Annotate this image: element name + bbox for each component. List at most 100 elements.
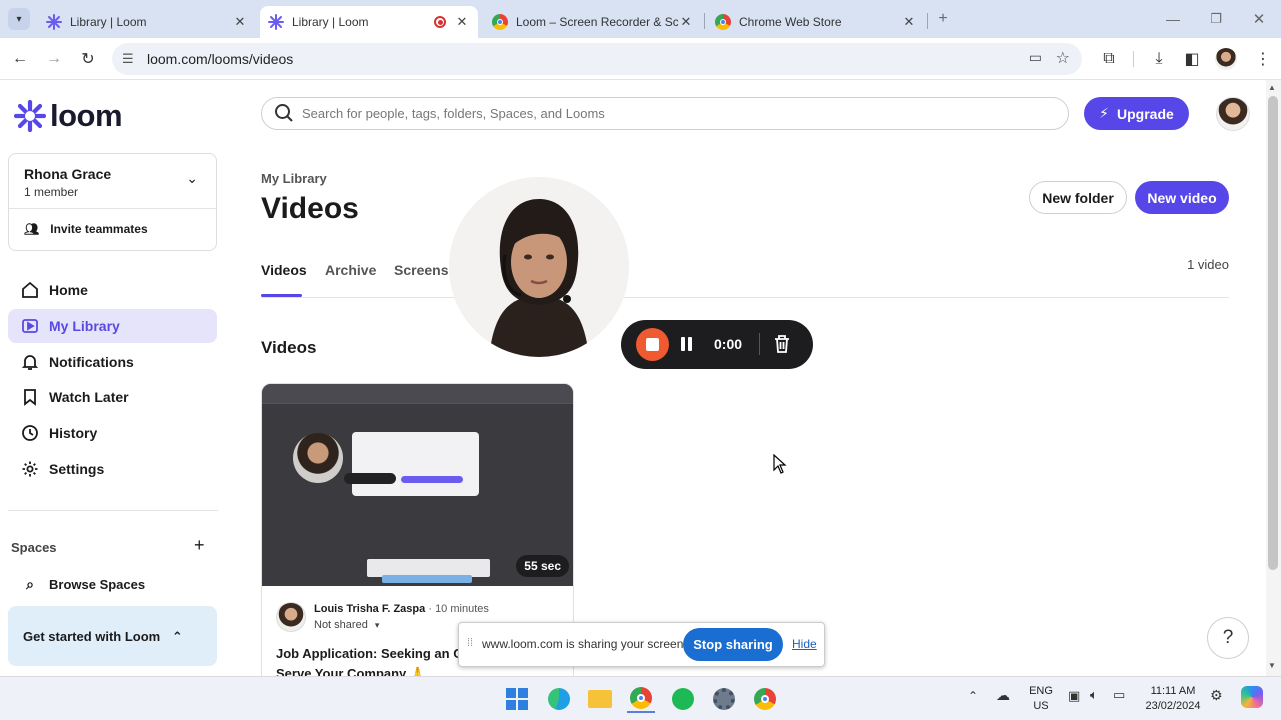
upgrade-label: Upgrade xyxy=(1117,105,1174,122)
recording-controls: 0:00 xyxy=(621,320,813,369)
new-folder-button[interactable]: New folder xyxy=(1029,181,1127,214)
onedrive-icon[interactable]: ☁︎ xyxy=(996,687,1010,704)
workspace-switcher[interactable]: Rhona Grace 1 member ⌄ 👥︎ Invite teammat… xyxy=(8,153,217,251)
chrome-store-favicon-icon xyxy=(715,14,731,30)
scroll-down-icon[interactable]: ▼ xyxy=(1268,661,1276,670)
sidebar-item-home[interactable]: Home xyxy=(8,273,217,307)
spotify-icon[interactable] xyxy=(669,685,697,713)
get-started-panel[interactable]: Get started with Loom ⌃ xyxy=(8,606,217,666)
sidebar-item-my-library[interactable]: My Library xyxy=(8,309,217,343)
reload-icon[interactable]: ↻ xyxy=(77,48,99,70)
edge-browser-icon[interactable] xyxy=(545,685,573,713)
file-explorer-icon[interactable] xyxy=(586,685,614,713)
delete-recording-button[interactable] xyxy=(773,334,793,354)
chevron-down-icon[interactable]: ⌄ xyxy=(186,170,198,187)
tab-close-icon[interactable]: ✕ xyxy=(454,14,470,30)
browser-tab[interactable]: Loom – Screen Recorder & Scre ✕ xyxy=(484,6,702,38)
spaces-heading: Spaces xyxy=(11,540,57,555)
add-space-icon[interactable]: + xyxy=(194,535,205,556)
pause-recording-button[interactable] xyxy=(681,335,695,353)
recording-indicator-icon xyxy=(434,16,446,28)
sharing-status[interactable]: Not shared ▾ xyxy=(314,619,379,631)
network-icon[interactable]: ▣ xyxy=(1068,688,1080,704)
page-scrollbar-thumb[interactable] xyxy=(1268,96,1278,570)
clock[interactable]: 11:11 AM 23/02/2024 xyxy=(1141,684,1205,714)
sidebar-item-notifications[interactable]: Notifications xyxy=(8,345,217,379)
restore-icon[interactable]: ❐ xyxy=(1205,8,1227,30)
bookmark-star-icon[interactable]: ☆ xyxy=(1056,48,1070,68)
browser-menu-icon[interactable]: ⋮ xyxy=(1252,48,1274,70)
breadcrumb[interactable]: My Library xyxy=(261,171,327,186)
divider xyxy=(261,297,1229,298)
search-input[interactable]: Search for people, tags, folders, Spaces… xyxy=(261,97,1069,130)
loom-logo[interactable]: loom xyxy=(14,98,123,134)
window-close-icon[interactable]: ✕ xyxy=(1248,8,1270,30)
chrome-icon[interactable] xyxy=(627,685,655,713)
tab-separator xyxy=(927,13,928,29)
tab-close-icon[interactable]: ✕ xyxy=(678,14,694,30)
tab-videos[interactable]: Videos xyxy=(261,262,307,278)
gear-icon xyxy=(20,459,40,479)
user-avatar[interactable] xyxy=(1216,97,1250,131)
browser-tab-active[interactable]: Library | Loom ✕ xyxy=(260,6,478,38)
tab-title: Loom – Screen Recorder & Scre xyxy=(516,15,678,29)
invite-teammates-button[interactable]: 👥︎ Invite teammates xyxy=(24,222,148,236)
chrome-profile-icon[interactable] xyxy=(751,685,779,713)
sidebar-item-settings[interactable]: Settings xyxy=(8,452,217,486)
address-bar[interactable]: ☰ loom.com/looms/videos ▭ ☆ xyxy=(112,43,1082,75)
volume-icon[interactable]: 🔈︎ xyxy=(1090,687,1098,703)
cast-icon[interactable]: ▭ xyxy=(1029,49,1042,66)
battery-icon[interactable]: ▭ xyxy=(1113,687,1125,703)
tab-archive[interactable]: Archive xyxy=(325,262,376,278)
settings-app-icon[interactable] xyxy=(710,685,738,713)
new-tab-icon[interactable]: + xyxy=(932,8,954,30)
search-icon xyxy=(274,102,294,127)
profile-avatar[interactable] xyxy=(1215,48,1237,70)
drag-handle-icon[interactable]: ⁞⁞ xyxy=(467,637,473,649)
forward-icon[interactable]: → xyxy=(43,48,65,70)
tab-close-icon[interactable]: ✕ xyxy=(232,14,248,30)
stop-sharing-button[interactable]: Stop sharing xyxy=(683,628,783,661)
browse-spaces-link[interactable]: ⌕ Browse Spaces xyxy=(8,567,217,601)
owner-name: Louis Trisha F. Zaspa xyxy=(314,603,426,615)
workspace-name: Rhona Grace xyxy=(24,166,112,182)
video-age: 10 minutes xyxy=(435,603,489,615)
video-owner: Louis Trisha F. Zaspa · 10 minutes xyxy=(314,603,489,615)
notification-center-icon[interactable]: ⚙︎ xyxy=(1210,687,1223,704)
extensions-icon[interactable]: ⧉ xyxy=(1098,48,1120,70)
stop-recording-button[interactable] xyxy=(636,328,669,361)
sidebar-item-label: Watch Later xyxy=(49,389,129,405)
browser-tab[interactable]: Chrome Web Store ✕ xyxy=(707,6,925,38)
divider xyxy=(9,208,216,209)
video-thumbnail[interactable]: 55 sec xyxy=(262,384,573,586)
bolt-icon: ⚡︎ xyxy=(1099,105,1110,121)
site-settings-icon[interactable]: ☰ xyxy=(122,51,134,67)
minimize-icon[interactable]: — xyxy=(1162,8,1184,30)
tray-overflow-icon[interactable]: ⌃ xyxy=(968,689,978,703)
browser-tab[interactable]: Library | Loom ✕ xyxy=(38,6,256,38)
stop-icon xyxy=(646,338,659,351)
side-panel-icon[interactable]: ◧ xyxy=(1181,48,1203,70)
language-indicator[interactable]: ENG US xyxy=(1026,684,1056,714)
tab-close-icon[interactable]: ✕ xyxy=(901,14,917,30)
chevron-up-icon[interactable]: ⌃ xyxy=(172,629,183,644)
tab-search-button[interactable]: ▾ xyxy=(8,8,30,30)
upgrade-button[interactable]: ⚡︎ Upgrade xyxy=(1084,97,1189,130)
language-region: US xyxy=(1033,700,1049,712)
sidebar-item-watch-later[interactable]: Watch Later xyxy=(8,380,217,414)
new-video-button[interactable]: New video xyxy=(1135,181,1229,214)
chevron-down-icon: ▾ xyxy=(374,620,380,630)
copilot-icon[interactable] xyxy=(1241,686,1263,708)
back-icon[interactable]: ← xyxy=(9,48,31,70)
camera-bubble[interactable] xyxy=(449,177,629,357)
chrome-store-favicon-icon xyxy=(492,14,508,30)
windows-start-icon[interactable] xyxy=(503,685,531,713)
section-title: Videos xyxy=(261,338,317,357)
hide-link[interactable]: Hide xyxy=(792,637,817,651)
help-button[interactable]: ? xyxy=(1207,617,1249,659)
downloads-icon[interactable]: ⤓ xyxy=(1148,48,1170,70)
tab-screenshots[interactable]: Screensh xyxy=(394,262,457,278)
scroll-up-icon[interactable]: ▲ xyxy=(1268,83,1276,92)
sidebar-item-label: Notifications xyxy=(49,354,134,370)
sidebar-item-history[interactable]: History xyxy=(8,416,217,450)
